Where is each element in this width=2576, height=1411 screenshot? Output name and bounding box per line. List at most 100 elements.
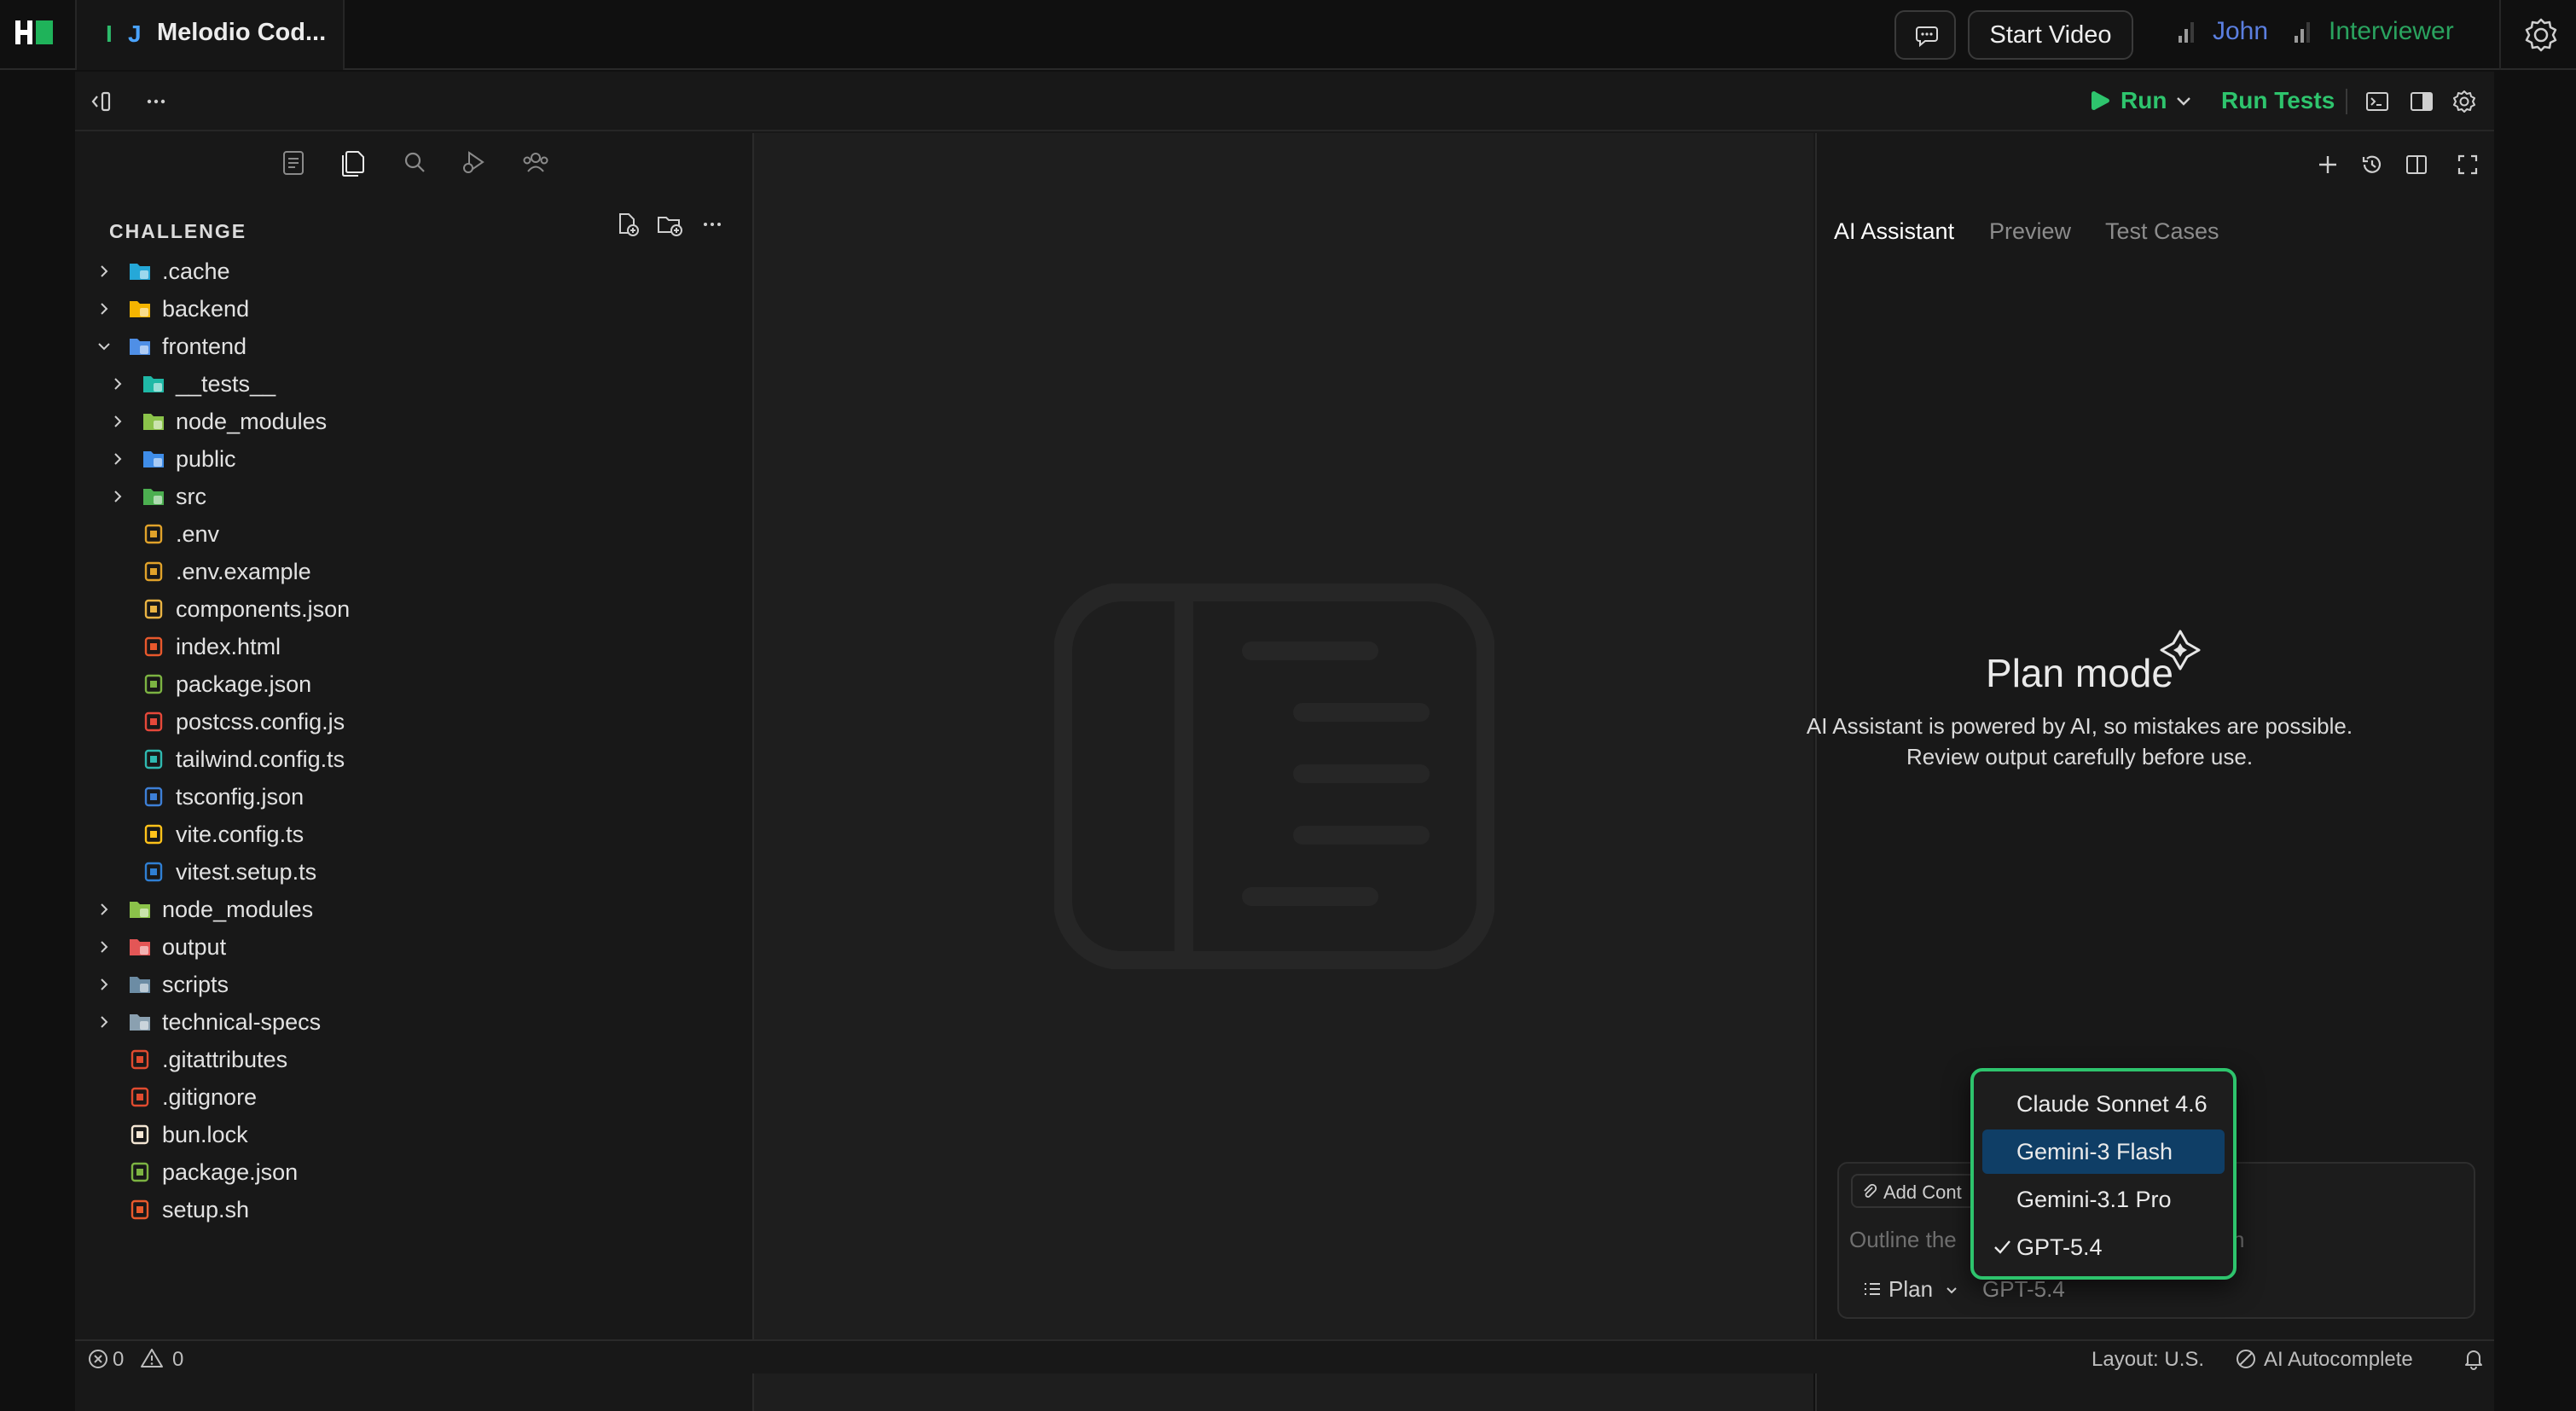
tree-item[interactable]: __tests__: [75, 365, 754, 403]
nodejs-icon: [144, 674, 163, 694]
chevron-right-icon[interactable]: [97, 264, 111, 278]
new-chat-plus-icon[interactable]: [2315, 152, 2341, 177]
tree-item[interactable]: src: [75, 478, 754, 515]
run-play-icon[interactable]: [2086, 87, 2114, 114]
model-option-label: Claude Sonnet 4.6: [2016, 1091, 2208, 1117]
toggle-sidebar-icon[interactable]: [89, 89, 114, 114]
tree-item[interactable]: .gitattributes: [75, 1041, 754, 1078]
tree-item[interactable]: frontend: [75, 328, 754, 365]
add-context-button[interactable]: Add Cont: [1851, 1174, 1979, 1208]
mode-label: Plan: [1888, 1276, 1934, 1302]
scripts-folder-icon: [130, 977, 150, 993]
collaborators-icon[interactable]: [519, 145, 553, 179]
model-option[interactable]: Claude Sonnet 4.6: [1982, 1082, 2225, 1126]
chevron-down-icon[interactable]: [97, 340, 111, 353]
tree-item[interactable]: output: [75, 928, 754, 966]
chevron-right-icon[interactable]: [97, 978, 111, 991]
run-debug-icon[interactable]: [457, 145, 491, 179]
tree-item[interactable]: backend: [75, 290, 754, 328]
app-logo-icon[interactable]: [15, 17, 56, 48]
model-label: GPT-5.4: [1982, 1276, 2065, 1302]
tree-item[interactable]: bun.lock: [75, 1116, 754, 1153]
checkmark-icon: [1994, 1240, 2010, 1254]
model-option[interactable]: Gemini-3.1 Pro: [1982, 1177, 2225, 1222]
participant-john[interactable]: John: [2213, 17, 2268, 46]
tree-item-label: .gitattributes: [162, 1047, 288, 1072]
files-tab-icon[interactable]: [336, 145, 370, 179]
tree-item[interactable]: tailwind.config.ts: [75, 740, 754, 778]
node-folder-icon: [143, 414, 164, 430]
tree-item[interactable]: index.html: [75, 628, 754, 665]
model-select[interactable]: GPT-5.4: [1982, 1276, 2065, 1303]
tree-item-label: package.json: [176, 671, 312, 697]
run-dropdown-chevron-icon[interactable]: [2173, 90, 2194, 111]
outline-tab-icon[interactable]: [276, 145, 310, 179]
editor-settings-icon[interactable]: [2451, 89, 2477, 114]
tree-item[interactable]: technical-specs: [75, 1003, 754, 1041]
error-icon[interactable]: [87, 1348, 109, 1370]
tree-item[interactable]: public: [75, 440, 754, 478]
chevron-right-icon[interactable]: [111, 452, 125, 466]
keyboard-layout[interactable]: Layout: U.S.: [2092, 1348, 2204, 1372]
tree-item[interactable]: scripts: [75, 966, 754, 1003]
project-tab[interactable]: I J Melodio Cod...: [75, 0, 345, 70]
new-folder-icon[interactable]: [655, 210, 684, 239]
panel-layout-icon[interactable]: [2404, 152, 2429, 177]
history-icon[interactable]: [2359, 152, 2385, 177]
start-video-button[interactable]: Start Video: [1968, 10, 2133, 60]
tab-ai-assistant[interactable]: AI Assistant: [1834, 218, 1954, 245]
more-options-icon[interactable]: [143, 89, 169, 114]
model-option-label: GPT-5.4: [2016, 1234, 2103, 1260]
chevron-right-icon[interactable]: [111, 377, 125, 391]
html-icon: [144, 636, 163, 657]
chevron-right-icon[interactable]: [97, 302, 111, 316]
tree-item-label: .env: [176, 521, 220, 547]
new-file-icon[interactable]: [612, 210, 641, 239]
chat-button[interactable]: [1894, 10, 1956, 60]
warning-icon[interactable]: [140, 1346, 164, 1370]
chevron-right-icon[interactable]: [97, 940, 111, 954]
assistant-disclaimer-line-2: Review output carefully before use.: [1906, 744, 2254, 769]
run-tests-button[interactable]: Run Tests: [2221, 87, 2335, 114]
tree-item[interactable]: .env.example: [75, 553, 754, 590]
ai-autocomplete-toggle[interactable]: AI Autocomplete: [2264, 1348, 2413, 1372]
chevron-right-icon[interactable]: [111, 490, 125, 503]
chevron-right-icon[interactable]: [97, 1015, 111, 1029]
chevron-right-icon[interactable]: [111, 415, 125, 428]
top-bar: I J Melodio Cod... Start Video John Inte…: [0, 0, 2576, 70]
notification-bell-icon[interactable]: [2462, 1347, 2486, 1371]
tree-item[interactable]: vitest.setup.ts: [75, 853, 754, 891]
model-option[interactable]: GPT-5.4: [1982, 1225, 2225, 1269]
warning-count: 0: [172, 1348, 184, 1371]
tree-item[interactable]: vite.config.ts: [75, 816, 754, 853]
tree-item-label: node_modules: [176, 409, 328, 434]
fullscreen-icon[interactable]: [2455, 152, 2480, 177]
tab-test-cases[interactable]: Test Cases: [2105, 218, 2219, 245]
composer-placeholder[interactable]: Outline the: [1849, 1227, 1957, 1253]
tab-preview[interactable]: Preview: [1989, 218, 2071, 245]
participant-interviewer[interactable]: Interviewer: [2329, 17, 2454, 46]
chevron-right-icon[interactable]: [97, 903, 111, 916]
split-layout-icon[interactable]: [2409, 89, 2434, 114]
tree-item[interactable]: node_modules: [75, 403, 754, 440]
tree-item[interactable]: node_modules: [75, 891, 754, 928]
settings-gear-icon[interactable]: [2521, 15, 2561, 55]
paperclip-icon: [1864, 1183, 1877, 1198]
tree-item[interactable]: package.json: [75, 665, 754, 703]
list-icon: [1865, 1283, 1880, 1295]
tree-item[interactable]: package.json: [75, 1153, 754, 1191]
tree-item[interactable]: components.json: [75, 590, 754, 628]
tree-item[interactable]: .gitignore: [75, 1078, 754, 1116]
run-button[interactable]: Run: [2121, 87, 2167, 114]
tree-item[interactable]: postcss.config.js: [75, 703, 754, 740]
tree-item[interactable]: tsconfig.json: [75, 778, 754, 816]
editor-empty-state: [754, 133, 1813, 1411]
model-option[interactable]: Gemini-3 Flash: [1982, 1129, 2225, 1174]
tree-item[interactable]: .env: [75, 515, 754, 553]
tree-item[interactable]: setup.sh: [75, 1191, 754, 1228]
search-icon[interactable]: [397, 145, 432, 179]
tree-item-label: .gitignore: [162, 1084, 258, 1110]
tree-item[interactable]: .cache: [75, 253, 754, 290]
terminal-icon[interactable]: [2364, 89, 2390, 114]
explorer-more-icon[interactable]: [698, 210, 727, 239]
